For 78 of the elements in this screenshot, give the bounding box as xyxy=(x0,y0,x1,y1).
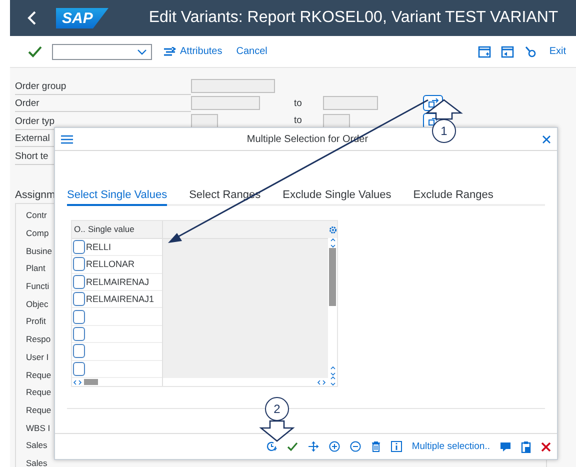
remove-icon[interactable] xyxy=(350,441,361,452)
input-field[interactable] xyxy=(323,96,378,110)
to-label: to xyxy=(294,98,302,109)
field-label: WBS I xyxy=(26,422,50,433)
cancel-icon[interactable] xyxy=(541,442,551,452)
caret-icon xyxy=(137,48,147,54)
row-checkbox[interactable] xyxy=(73,327,85,342)
cancel-button[interactable]: Cancel xyxy=(234,46,270,57)
section-title: Assignm xyxy=(15,188,56,200)
move-icon[interactable] xyxy=(308,441,319,452)
field-label: Order group xyxy=(15,78,191,94)
field-label: Reque xyxy=(26,370,52,380)
callout-arrow xyxy=(259,420,295,442)
value-cell[interactable]: RELMAIRENAJ xyxy=(85,274,162,290)
value-cell[interactable]: RELLI xyxy=(85,238,162,256)
field-label: Busine xyxy=(26,246,52,256)
field-label: Objec xyxy=(26,298,48,309)
row-checkbox[interactable] xyxy=(73,240,85,254)
input-field[interactable] xyxy=(191,114,218,128)
variant-dropdown[interactable] xyxy=(52,44,152,60)
column-header: Single value xyxy=(88,224,134,234)
tab[interactable]: Exclude Ranges xyxy=(413,189,494,206)
input-field[interactable] xyxy=(191,96,260,110)
close-icon[interactable] xyxy=(542,134,551,144)
field-label: Plant xyxy=(26,263,46,274)
field-label: Reque xyxy=(26,404,52,415)
window-title: Edit Variants: Report RKOSEL00, Variant TEST VARIANT xyxy=(148,9,558,27)
row-checkbox[interactable] xyxy=(73,344,85,358)
row-checkbox[interactable] xyxy=(73,310,85,324)
field-label: Sales xyxy=(26,458,48,467)
trash-icon[interactable] xyxy=(370,441,381,452)
row-checkbox[interactable] xyxy=(73,292,85,306)
field-label: User I xyxy=(26,352,49,362)
row-checkbox[interactable] xyxy=(73,274,85,289)
field-label: Reque xyxy=(26,387,52,398)
tab[interactable]: Exclude Single Values xyxy=(282,189,392,206)
attributes-icon xyxy=(164,46,176,56)
scroll-arrows-icon[interactable] xyxy=(73,380,82,385)
row-checkbox[interactable] xyxy=(73,362,85,376)
window-icon[interactable] xyxy=(501,46,514,58)
input-field[interactable] xyxy=(323,114,350,128)
scroll-thumb[interactable] xyxy=(84,379,98,386)
field-label: Contr xyxy=(26,210,47,220)
value-cell[interactable]: RELMAIRENAJ1 xyxy=(85,291,162,308)
scroll-arrows-icon[interactable] xyxy=(330,366,336,376)
callout-arrow xyxy=(425,99,463,120)
scroll-thumb[interactable] xyxy=(329,248,336,306)
clock-icon[interactable] xyxy=(266,441,277,452)
field-label: Order xyxy=(15,96,191,112)
field-label: Functi xyxy=(26,281,50,292)
field-label: Comp xyxy=(26,228,49,238)
field-label: Sales xyxy=(26,440,48,450)
input-field[interactable] xyxy=(191,78,275,93)
field-label: Respo xyxy=(26,334,51,344)
tab[interactable]: Select Single Values xyxy=(67,189,168,206)
expand-icon xyxy=(428,98,438,108)
to-label: to xyxy=(294,115,302,126)
expand-icon xyxy=(428,116,438,126)
row-checkbox[interactable] xyxy=(73,257,85,272)
back-icon[interactable] xyxy=(27,11,37,25)
scroll-arrows-icon[interactable] xyxy=(330,238,336,248)
multiple-selection-link[interactable]: Multiple selection.. xyxy=(412,441,490,452)
check-icon[interactable] xyxy=(28,46,42,58)
check-icon[interactable] xyxy=(286,442,298,452)
field-label: Profit xyxy=(26,316,46,326)
add-icon[interactable] xyxy=(328,441,340,452)
menu-icon[interactable] xyxy=(61,134,73,144)
sap-logo: SAP xyxy=(56,8,109,28)
clipboard-icon[interactable] xyxy=(521,440,531,452)
scroll-arrows-icon[interactable] xyxy=(330,376,336,386)
value-cell[interactable]: RELLONAR xyxy=(85,256,162,273)
comment-icon[interactable] xyxy=(500,442,511,452)
info-icon[interactable] xyxy=(390,441,402,452)
window-icon[interactable] xyxy=(478,46,492,58)
scroll-arrows-icon[interactable] xyxy=(317,380,326,384)
exit-button[interactable]: Exit xyxy=(547,46,568,57)
column-header: O.. xyxy=(73,224,86,234)
attributes-button[interactable]: Attributes xyxy=(162,46,224,57)
